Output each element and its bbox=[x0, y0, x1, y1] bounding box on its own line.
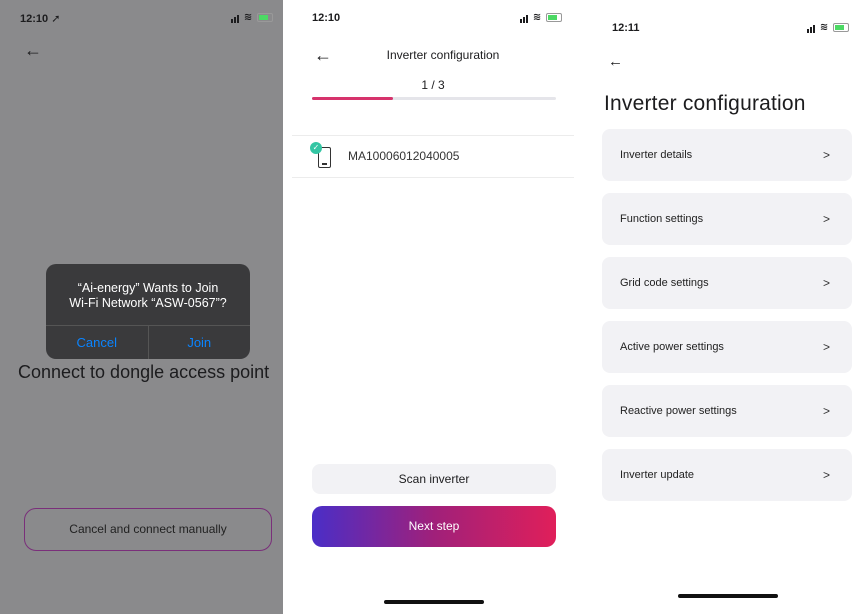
inverter-serial: MA10006012040005 bbox=[348, 149, 460, 163]
status-time: 12:10 ➚ bbox=[20, 13, 61, 25]
menu-item-function-settings[interactable]: Function settings > bbox=[602, 193, 852, 245]
chevron-right-icon: > bbox=[822, 404, 830, 418]
step-indicator: 1 / 3 bbox=[421, 78, 445, 92]
chevron-right-icon: > bbox=[822, 468, 830, 482]
dongle-connect-screen: 12:10 ➚ ≋ ← “Ai-energy” Wants to Join Wi… bbox=[0, 0, 283, 614]
signal-icon bbox=[231, 12, 240, 23]
scan-inverter-button[interactable]: Scan inverter bbox=[312, 464, 556, 494]
alert-message: “Ai-energy” Wants to Join Wi-Fi Network … bbox=[46, 264, 250, 311]
cancel-connect-manually-button[interactable]: Cancel and connect manually bbox=[24, 508, 272, 551]
back-arrow-icon[interactable]: ← bbox=[24, 40, 42, 61]
menu-item-label: Active power settings bbox=[620, 341, 724, 353]
wifi-icon: ≋ bbox=[243, 12, 254, 23]
signal-icon bbox=[807, 22, 816, 33]
alert-line-1: “Ai-energy” Wants to Join bbox=[77, 281, 219, 295]
menu-item-active-power-settings[interactable]: Active power settings > bbox=[602, 321, 852, 373]
menu-item-label: Inverter details bbox=[620, 149, 693, 161]
battery-icon bbox=[833, 22, 849, 32]
battery-icon bbox=[257, 12, 273, 22]
inverter-list-item[interactable]: ✓ MA10006012040005 bbox=[292, 135, 574, 178]
signal-icon bbox=[520, 12, 529, 23]
alert-buttons: Cancel Join bbox=[46, 325, 250, 359]
alert-line-2: Wi-Fi Network “ASW-0567”? bbox=[69, 296, 227, 310]
status-time: 12:11 bbox=[612, 22, 640, 34]
page-title: Inverter configuration bbox=[386, 48, 500, 62]
home-indicator bbox=[384, 600, 484, 604]
status-icons: ≋ bbox=[231, 12, 273, 23]
chevron-right-icon: > bbox=[822, 148, 830, 162]
menu-item-label: Function settings bbox=[620, 213, 704, 225]
menu-item-reactive-power-settings[interactable]: Reactive power settings > bbox=[602, 385, 852, 437]
menu-item-grid-code-settings[interactable]: Grid code settings > bbox=[602, 257, 852, 309]
page-heading: Connect to dongle access point bbox=[18, 362, 270, 382]
menu-item-inverter-update[interactable]: Inverter update > bbox=[602, 449, 852, 501]
status-bar: 12:10 ≋ bbox=[312, 12, 562, 30]
menu-item-label: Inverter update bbox=[620, 469, 694, 481]
page-title: Inverter configuration bbox=[604, 92, 806, 115]
alert-cancel-button[interactable]: Cancel bbox=[46, 326, 149, 359]
status-icons: ≋ bbox=[807, 22, 849, 33]
status-bar: 12:11 ≋ bbox=[612, 22, 849, 40]
wifi-icon: ≋ bbox=[819, 22, 830, 33]
status-bar: 12:10 ➚ ≋ bbox=[20, 12, 273, 30]
chevron-right-icon: > bbox=[822, 276, 830, 290]
progress-fill bbox=[312, 97, 394, 100]
chevron-right-icon: > bbox=[822, 212, 830, 226]
back-arrow-icon[interactable]: ← bbox=[314, 45, 332, 66]
inverter-config-menu-screen: 12:11 ≋ ← Inverter configuration Inverte… bbox=[590, 0, 857, 614]
progress-bar bbox=[312, 97, 556, 100]
chevron-right-icon: > bbox=[822, 340, 830, 354]
menu-item-label: Reactive power settings bbox=[620, 405, 737, 417]
alert-join-button[interactable]: Join bbox=[149, 326, 251, 359]
back-arrow-icon[interactable]: ← bbox=[608, 53, 623, 70]
wifi-icon: ≋ bbox=[532, 12, 543, 23]
scan-inverter-screen: 12:10 ≋ ← Inverter configuration 1 / 3 ✓… bbox=[292, 0, 574, 614]
battery-icon bbox=[546, 12, 562, 22]
menu-item-inverter-details[interactable]: Inverter details > bbox=[602, 129, 852, 181]
home-indicator bbox=[678, 594, 778, 598]
check-icon: ✓ bbox=[310, 142, 322, 154]
wifi-join-alert: “Ai-energy” Wants to Join Wi-Fi Network … bbox=[46, 264, 250, 359]
menu-item-label: Grid code settings bbox=[620, 277, 709, 289]
next-step-button[interactable]: Next step bbox=[312, 506, 556, 547]
status-time: 12:10 bbox=[312, 12, 341, 24]
status-icons: ≋ bbox=[520, 12, 562, 23]
